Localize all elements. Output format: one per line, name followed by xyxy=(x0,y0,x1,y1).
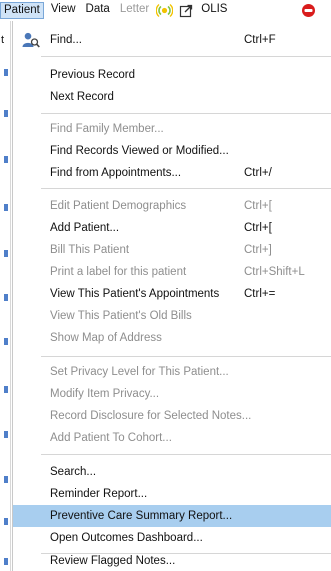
patient-menu-dropdown: Find... Ctrl+F Previous Record Next Reco… xyxy=(12,21,331,571)
menu-item-label: Reminder Report... xyxy=(50,488,148,500)
menu-bar: Patient View Data Letter OLIS xyxy=(0,0,331,21)
signal-icon[interactable] xyxy=(156,2,174,19)
menu-item-label: Find Records Viewed or Modified... xyxy=(50,145,229,157)
menu-item-print-label[interactable]: Print a label for this patient Ctrl+Shif… xyxy=(13,261,331,283)
menu-item-record-disclosure[interactable]: Record Disclosure for Selected Notes... xyxy=(13,405,331,427)
menu-item-label: Review Flagged Notes... xyxy=(50,555,176,567)
menu-item-shortcut: Ctrl+Shift+L xyxy=(244,266,305,278)
menu-item-shortcut: Ctrl+/ xyxy=(244,167,272,179)
menu-item-preventive-care-report[interactable]: Preventive Care Summary Report... xyxy=(13,505,331,527)
menu-separator xyxy=(41,454,331,455)
menu-item-label: View This Patient's Old Bills xyxy=(50,310,192,322)
background-text: t xyxy=(1,34,5,46)
menu-data[interactable]: Data xyxy=(83,2,113,19)
row-marker xyxy=(4,204,8,211)
menu-item-label: Search... xyxy=(50,466,97,478)
menu-item-label: Find from Appointments... xyxy=(50,167,182,179)
row-marker xyxy=(4,294,8,301)
row-marker xyxy=(4,69,8,76)
menu-item-label: Open Outcomes Dashboard... xyxy=(50,532,203,544)
menu-item-label: Find Family Member... xyxy=(50,123,164,135)
background-window-edge: t xyxy=(0,21,11,571)
menu-item-find[interactable]: Find... Ctrl+F xyxy=(13,29,331,51)
menu-separator xyxy=(41,188,331,189)
menu-item-shortcut: Ctrl+] xyxy=(244,244,272,256)
menu-item-find-family-member[interactable]: Find Family Member... xyxy=(13,118,331,140)
menu-item-shortcut: Ctrl+[ xyxy=(244,222,272,234)
menu-item-find-from-appointments[interactable]: Find from Appointments... Ctrl+/ xyxy=(13,162,331,184)
menu-item-show-map[interactable]: Show Map of Address xyxy=(13,327,331,349)
menu-item-view-old-bills[interactable]: View This Patient's Old Bills xyxy=(13,305,331,327)
row-marker xyxy=(4,156,8,163)
menu-letter[interactable]: Letter xyxy=(117,2,152,19)
menu-item-add-to-cohort[interactable]: Add Patient To Cohort... xyxy=(13,427,331,449)
menu-item-label: Set Privacy Level for This Patient... xyxy=(50,366,229,378)
menu-item-label: Modify Item Privacy... xyxy=(50,388,160,400)
menu-item-label: Preventive Care Summary Report... xyxy=(50,510,233,522)
row-marker xyxy=(4,110,8,117)
row-marker xyxy=(4,431,8,438)
find-patient-icon xyxy=(22,32,40,48)
menu-item-shortcut: Ctrl+= xyxy=(244,288,276,300)
menu-item-label: Add Patient... xyxy=(50,222,120,234)
menu-item-open-outcomes-dashboard[interactable]: Open Outcomes Dashboard... xyxy=(13,527,331,549)
menu-view[interactable]: View xyxy=(48,2,79,19)
menu-olis[interactable]: OLIS xyxy=(198,2,230,19)
menu-item-review-flagged-notes[interactable]: Review Flagged Notes... xyxy=(13,549,331,571)
external-link-icon[interactable] xyxy=(177,2,194,19)
alert-icon[interactable] xyxy=(300,2,317,19)
menu-separator xyxy=(41,56,331,57)
menu-item-label: Add Patient To Cohort... xyxy=(50,432,172,444)
menu-item-label: Edit Patient Demographics xyxy=(50,200,187,212)
row-marker xyxy=(4,558,8,565)
menu-item-label: Record Disclosure for Selected Notes... xyxy=(50,410,252,422)
row-marker xyxy=(4,338,8,345)
menu-item-shortcut: Ctrl+F xyxy=(244,34,276,46)
menu-separator xyxy=(41,356,331,357)
row-marker xyxy=(4,518,8,525)
menu-item-add-patient[interactable]: Add Patient... Ctrl+[ xyxy=(13,217,331,239)
menu-item-label: Print a label for this patient xyxy=(50,266,187,278)
row-marker xyxy=(4,386,8,393)
menu-item-modify-item-privacy[interactable]: Modify Item Privacy... xyxy=(13,383,331,405)
row-marker xyxy=(4,476,8,483)
menu-item-label: Bill This Patient xyxy=(50,244,130,256)
menu-item-label: Find... xyxy=(50,34,82,46)
menu-separator xyxy=(41,113,331,114)
menu-item-label: View This Patient's Appointments xyxy=(50,288,220,300)
menu-item-label: Previous Record xyxy=(50,69,136,81)
menu-item-set-privacy-level[interactable]: Set Privacy Level for This Patient... xyxy=(13,361,331,383)
menu-patient[interactable]: Patient xyxy=(0,2,44,19)
menu-item-find-records-viewed[interactable]: Find Records Viewed or Modified... xyxy=(13,140,331,162)
menu-item-view-appointments[interactable]: View This Patient's Appointments Ctrl+= xyxy=(13,283,331,305)
row-marker xyxy=(4,250,8,257)
menu-item-reminder-report[interactable]: Reminder Report... xyxy=(13,483,331,505)
menu-item-edit-patient-demographics[interactable]: Edit Patient Demographics Ctrl+[ xyxy=(13,195,331,217)
menu-item-bill-this-patient[interactable]: Bill This Patient Ctrl+] xyxy=(13,239,331,261)
menu-item-previous-record[interactable]: Previous Record xyxy=(13,64,331,86)
menu-item-shortcut: Ctrl+[ xyxy=(244,200,272,212)
menu-item-next-record[interactable]: Next Record xyxy=(13,86,331,108)
menu-item-search[interactable]: Search... xyxy=(13,461,331,483)
menu-item-label: Show Map of Address xyxy=(50,332,162,344)
menu-item-label: Next Record xyxy=(50,91,114,103)
